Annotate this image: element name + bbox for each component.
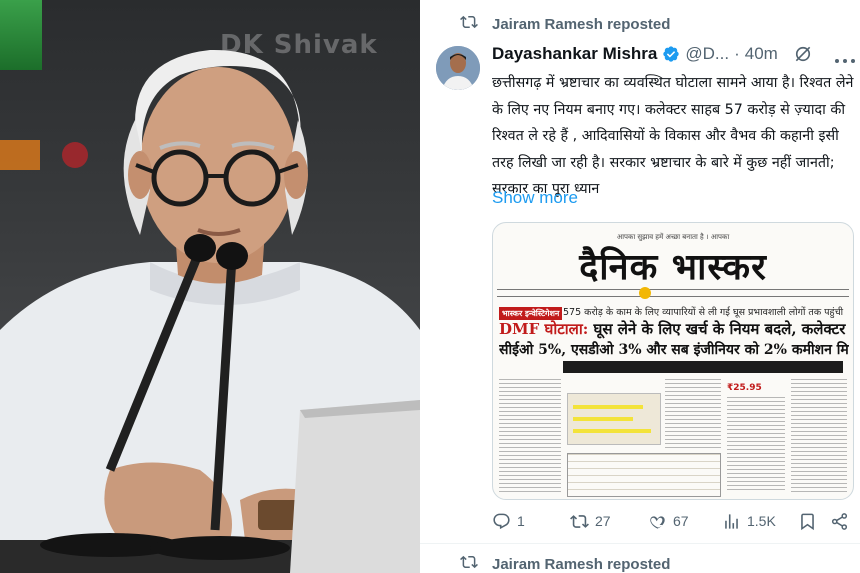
repost-context-icon: [460, 13, 482, 36]
headline-rest: घूस लेने के लिए खर्च के नियम बदले, कलेक्…: [593, 320, 850, 338]
repost-count: 27: [595, 513, 611, 529]
masthead-sun-icon: [639, 287, 651, 299]
newspaper-dateline-rule: [497, 289, 849, 297]
author-name[interactable]: Dayashankar Mishra: [492, 44, 657, 64]
repost-context-label: Jairam Ramesh reposted: [492, 555, 671, 573]
repost-context[interactable]: Jairam Ramesh reposted: [460, 553, 670, 573]
newspaper-kicker: 575 करोड़ के काम के लिए व्यापारियों से ल…: [563, 307, 844, 318]
repost-context-icon: [460, 553, 482, 573]
share-button[interactable]: [830, 512, 849, 531]
repost-context-label: Jairam Ramesh reposted: [492, 15, 671, 33]
views-button[interactable]: 1.5K: [722, 512, 776, 531]
newspaper-subheading-band: [563, 361, 843, 373]
reply-icon: [493, 513, 510, 529]
data-table: [567, 453, 721, 497]
author-handle[interactable]: @D...: [685, 44, 729, 64]
bookmark-button[interactable]: [798, 512, 817, 531]
grok-icon[interactable]: [793, 44, 813, 64]
tweet-text: छत्तीसगढ़ में भ्रष्टाचार का व्यवस्थित घो…: [492, 75, 854, 197]
newspaper-headline-line2: सीईओ 5%, एसडीओ 3% और सब इंजीनियर को 2% क…: [499, 342, 849, 358]
tweet-actions: 1 27 67 1.5K: [492, 510, 854, 532]
tweet-timestamp[interactable]: 40m: [745, 44, 778, 64]
newspaper-headline: DMF घोटाला: घूस लेने के लिए खर्च के नियम…: [499, 319, 849, 339]
meta-separator: ·: [734, 44, 740, 63]
document-highlight: [573, 417, 633, 421]
like-button[interactable]: 67: [648, 512, 689, 531]
more-options-icon[interactable]: [834, 52, 856, 63]
newspaper-columns: ₹25.95: [499, 379, 847, 497]
news-photo: DK Shivak: [0, 0, 420, 573]
bookmark-icon: [801, 513, 814, 530]
reply-button[interactable]: 1: [492, 512, 525, 531]
reply-count: 1: [517, 513, 525, 529]
tweet-divider: [420, 543, 860, 544]
side-price: ₹25.95: [727, 383, 762, 393]
repost-context[interactable]: Jairam Ramesh reposted: [460, 13, 670, 35]
repost-icon: [570, 514, 589, 528]
text-column: [727, 397, 785, 493]
bar-chart-icon: [725, 513, 738, 529]
tweet-panel: Jairam Ramesh reposted Dayashankar Mishr…: [420, 0, 860, 573]
tweet-media-newspaper[interactable]: आपका सुझाव हमें अच्छा बनाता है । आपका दै…: [492, 222, 854, 500]
like-count: 67: [673, 513, 689, 529]
text-column: [791, 379, 847, 493]
document-highlight: [573, 405, 643, 409]
text-column: [665, 379, 721, 449]
share-icon: [831, 512, 848, 530]
show-more-link[interactable]: Show more: [492, 188, 578, 208]
author-avatar[interactable]: [436, 46, 480, 90]
repost-button[interactable]: 27: [570, 512, 611, 531]
headline-prefix: DMF घोटाला:: [499, 320, 589, 338]
heart-icon: [650, 515, 665, 529]
speaker-illustration: [0, 49, 420, 573]
view-count: 1.5K: [747, 513, 776, 529]
verified-badge-icon: [662, 45, 680, 63]
document-highlight: [573, 429, 651, 433]
text-column: [499, 379, 561, 493]
tweet-header: Dayashankar Mishra @D... · 40m: [492, 44, 813, 64]
newspaper-masthead: दैनिक भास्कर: [579, 247, 767, 288]
